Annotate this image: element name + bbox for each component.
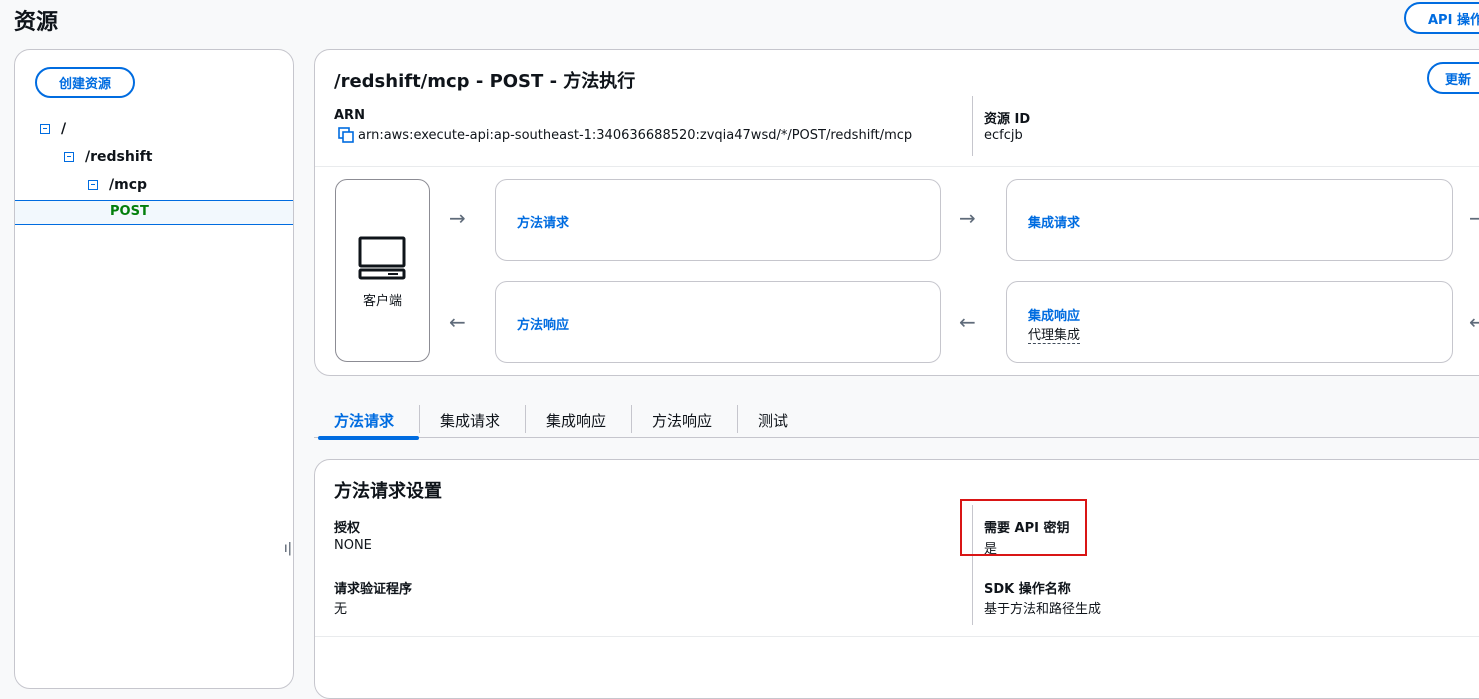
arn-value: arn:aws:execute-api:ap-southeast-1:34063…	[358, 128, 913, 143]
method-request-card[interactable]: 方法请求	[495, 179, 941, 261]
tree-item-label: /mcp	[109, 177, 148, 193]
tab-separator	[737, 405, 738, 433]
divider	[315, 166, 1479, 167]
tree-item-label: /	[61, 121, 67, 137]
tree-item-redshift[interactable]: /redshift	[64, 149, 152, 165]
authorization-value: NONE	[334, 538, 372, 553]
method-request-link[interactable]: 方法请求	[517, 212, 569, 231]
tabs-divider	[314, 437, 1479, 438]
sdk-operation-label: SDK 操作名称	[984, 582, 1071, 597]
tab-separator	[631, 405, 632, 433]
highlight-annotation-box	[960, 499, 1087, 556]
client-box: 客户端	[335, 179, 430, 362]
monitor-icon	[358, 236, 406, 280]
tab-separator	[419, 405, 420, 433]
authorization-label: 授权	[334, 521, 361, 536]
tree-item-post-label[interactable]: POST	[110, 204, 149, 219]
arrow-left-icon: ←	[449, 310, 466, 334]
request-validator-label: 请求验证程序	[334, 582, 413, 597]
arrow-right-icon: →	[959, 206, 976, 230]
copy-icon[interactable]	[338, 127, 354, 143]
integration-type-label[interactable]: 代理集成	[1028, 328, 1081, 344]
api-actions-button[interactable]: API 操作	[1404, 2, 1479, 34]
resource-tree-panel: / /redshift /mcp POST	[14, 49, 294, 689]
request-validator-value: 无	[334, 602, 348, 617]
method-response-link[interactable]: 方法响应	[517, 314, 569, 333]
resource-id-label: 资源 ID	[984, 112, 1031, 127]
tree-collapse-icon[interactable]	[88, 180, 98, 190]
arrow-left-icon: ←	[959, 310, 976, 334]
arrow-right-icon: →	[449, 206, 466, 230]
client-label: 客户端	[362, 294, 402, 309]
tab-integration-request[interactable]: 集成请求	[440, 410, 500, 431]
resource-id-value: ecfcjb	[984, 128, 1023, 143]
active-tab-indicator	[318, 436, 419, 440]
refresh-button[interactable]: 更新	[1427, 62, 1479, 94]
integration-response-card[interactable]: 集成响应 代理集成	[1006, 281, 1453, 363]
tab-test[interactable]: 测试	[758, 410, 788, 431]
tab-integration-response[interactable]: 集成响应	[546, 410, 606, 431]
create-resource-button[interactable]: 创建资源	[35, 67, 135, 98]
arn-label: ARN	[334, 108, 365, 123]
tree-item-root[interactable]: /	[40, 121, 66, 137]
tree-collapse-icon[interactable]	[64, 152, 74, 162]
arrow-right-icon: →	[1469, 206, 1479, 230]
tab-method-request[interactable]: 方法请求	[334, 410, 394, 431]
sdk-operation-value: 基于方法和路径生成	[984, 602, 1102, 617]
settings-title: 方法请求设置	[334, 481, 442, 502]
divider	[315, 636, 1479, 637]
method-request-settings-panel	[314, 459, 1479, 699]
tree-collapse-icon[interactable]	[40, 124, 50, 134]
integration-request-link[interactable]: 集成请求	[1028, 212, 1080, 231]
divider	[972, 96, 973, 156]
panel-resize-handle[interactable]: ı|	[284, 541, 292, 556]
tab-separator	[525, 405, 526, 433]
integration-response-link[interactable]: 集成响应	[1028, 305, 1080, 324]
method-title: /redshift/mcp - POST - 方法执行	[334, 71, 636, 92]
tab-method-response[interactable]: 方法响应	[652, 410, 712, 431]
page-title: 资源	[14, 10, 59, 35]
integration-request-card[interactable]: 集成请求	[1006, 179, 1453, 261]
tree-item-label: /redshift	[85, 149, 153, 165]
tree-item-mcp[interactable]: /mcp	[88, 177, 147, 193]
method-response-card[interactable]: 方法响应	[495, 281, 941, 363]
tree-item-post-selected[interactable]	[15, 200, 293, 225]
arrow-left-icon: ←	[1469, 310, 1479, 334]
